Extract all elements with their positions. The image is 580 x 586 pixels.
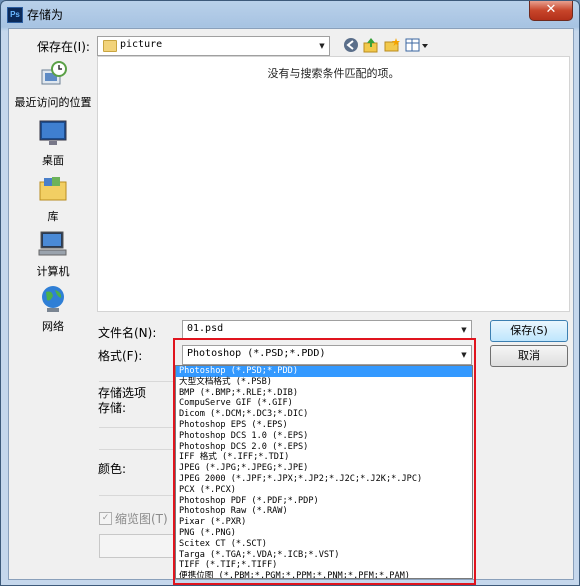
highlight-annotation-box (173, 338, 476, 585)
save-as-dialog: Ps 存储为 ✕ 保存在(I): picture ▼ 最近访问的位置 桌面 库 … (0, 0, 580, 586)
chevron-down-icon: ▼ (319, 42, 325, 50)
desktop-icon (38, 118, 68, 148)
thumbnail-checkbox[interactable]: ✓ (99, 512, 112, 525)
file-list-view[interactable]: 没有与搜索条件匹配的项。 (97, 56, 570, 312)
section-divider (99, 495, 179, 496)
disabled-field (99, 534, 181, 558)
libraries-icon (38, 174, 68, 204)
close-button[interactable]: ✕ (529, 1, 573, 21)
empty-results-message: 没有与搜索条件匹配的项。 (267, 67, 400, 80)
storage-label: 存储: (98, 401, 127, 415)
chevron-down-icon[interactable]: ▼ (457, 321, 471, 339)
place-libraries[interactable]: 库 (9, 174, 97, 224)
title-bar[interactable]: Ps 存储为 ✕ (1, 1, 579, 27)
photoshop-app-icon: Ps (7, 7, 23, 23)
filename-label: 文件名(N): (98, 326, 157, 340)
place-label: 网络 (42, 320, 64, 333)
place-label: 桌面 (42, 154, 64, 167)
place-desktop[interactable]: 桌面 (9, 118, 97, 168)
folder-icon (103, 40, 117, 52)
view-menu-icon[interactable] (405, 37, 431, 53)
back-icon[interactable] (342, 37, 360, 53)
format-label: 格式(F): (98, 349, 143, 363)
filename-value: 01.psd (187, 323, 224, 334)
up-folder-icon[interactable] (362, 37, 380, 53)
new-folder-icon[interactable] (383, 37, 401, 53)
color-label: 颜色: (98, 462, 127, 476)
computer-icon (38, 229, 68, 259)
network-icon (38, 284, 68, 314)
save-in-label: 保存在(I): (37, 40, 90, 54)
save-in-folder-name: picture (120, 39, 163, 50)
save-in-combo[interactable]: picture ▼ (97, 36, 330, 56)
place-label: 计算机 (36, 265, 70, 278)
save-button[interactable]: 保存(S) (490, 320, 568, 342)
filename-input[interactable]: 01.psd ▼ (182, 320, 472, 340)
section-divider (99, 449, 179, 450)
cancel-button[interactable]: 取消 (490, 345, 568, 367)
place-label: 最近访问的位置 (14, 96, 92, 109)
place-label: 库 (47, 210, 59, 223)
recent-places-icon (38, 60, 68, 90)
thumbnail-label: 缩览图(T) (115, 512, 168, 526)
place-network[interactable]: 网络 (9, 284, 97, 334)
window-title: 存储为 (27, 8, 64, 22)
place-computer[interactable]: 计算机 (9, 229, 97, 279)
place-recent[interactable]: 最近访问的位置 (9, 60, 97, 110)
section-divider (99, 381, 179, 382)
section-divider (99, 427, 179, 428)
